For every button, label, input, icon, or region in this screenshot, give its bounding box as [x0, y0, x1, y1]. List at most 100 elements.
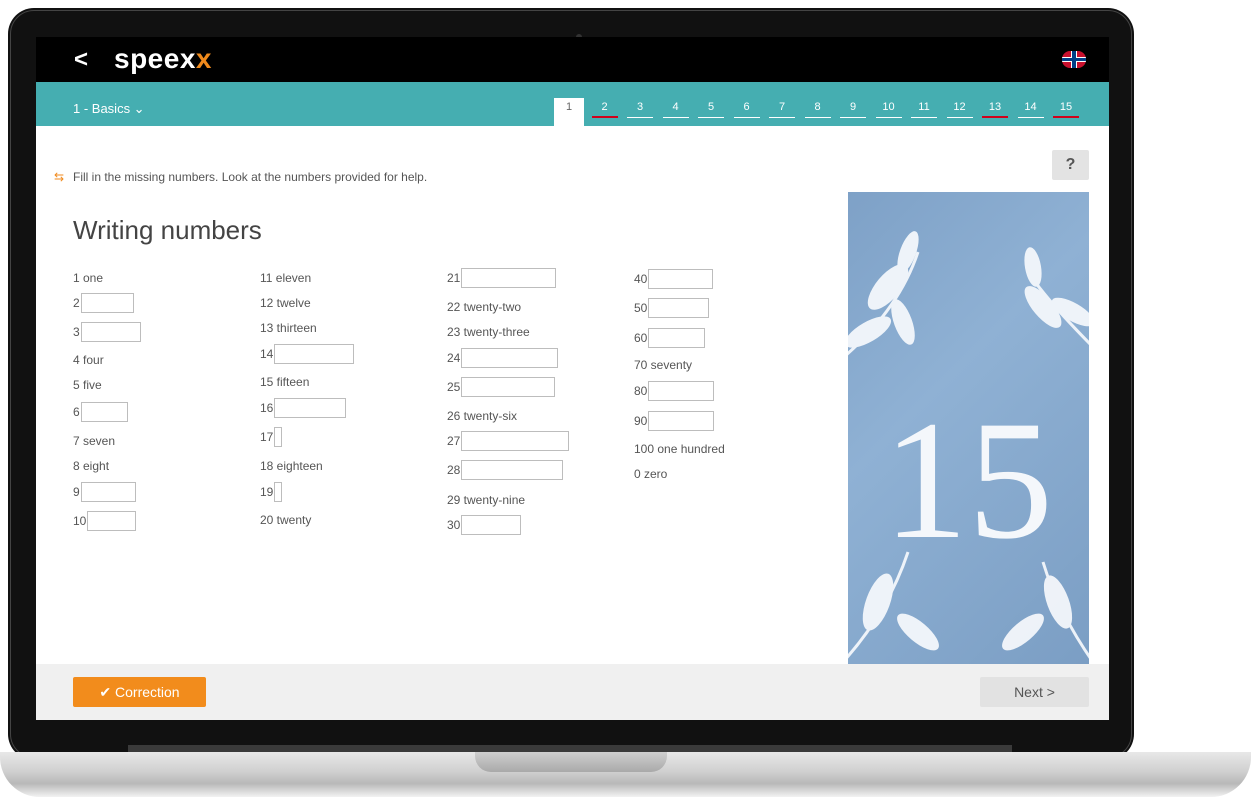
number-row: 27 — [447, 429, 570, 451]
number-row: 12 twelve — [260, 291, 311, 313]
number-answer-input[interactable] — [648, 327, 706, 348]
page-tab-2[interactable]: 2 — [590, 98, 620, 126]
lesson-bar: 1 - Basics ⌄ 1 2 3 4 5 6 7 8 9 10 11 12 13 14 15 — [36, 82, 1109, 126]
number-label: 24 — [447, 350, 461, 365]
number-label: 16 — [260, 400, 274, 415]
footer-bar: ✔ Correction Next > — [36, 664, 1109, 720]
number-label: 12 twelve — [260, 295, 311, 310]
number-row: 21 — [447, 266, 557, 288]
speexx-logo: speexx — [114, 43, 212, 75]
swap-icon: ⇆ — [54, 170, 65, 184]
number-label: 22 twenty-two — [447, 299, 522, 314]
number-answer-input[interactable] — [274, 481, 283, 502]
number-answer-input[interactable] — [461, 514, 522, 535]
number-row: 14 — [260, 342, 355, 364]
number-fifteen-photo: 15 — [848, 192, 1089, 665]
number-answer-input[interactable] — [461, 430, 570, 451]
number-answer-input[interactable] — [274, 426, 283, 447]
number-label: 40 — [634, 271, 648, 286]
number-answer-input[interactable] — [461, 376, 556, 397]
page-tab-6[interactable]: 6 — [732, 98, 762, 126]
number-label: 70 seventy — [634, 357, 693, 372]
number-answer-input[interactable] — [648, 410, 715, 431]
number-answer-input[interactable] — [80, 401, 128, 422]
number-label: 5 five — [73, 377, 102, 392]
page-tab-13[interactable]: 13 — [980, 98, 1010, 126]
number-label: 4 four — [73, 352, 104, 367]
number-row: 18 eighteen — [260, 454, 323, 476]
correction-label: Correction — [115, 684, 180, 700]
number-answer-input[interactable] — [461, 459, 564, 480]
number-answer-input[interactable] — [80, 321, 141, 342]
number-label: 80 — [634, 383, 648, 398]
number-row: 90 — [634, 409, 715, 431]
number-row: 60 — [634, 326, 706, 348]
page-tab-15[interactable]: 15 — [1051, 98, 1081, 126]
number-label: 8 eight — [73, 458, 110, 473]
number-label: 14 — [260, 346, 274, 361]
page-tab-12[interactable]: 12 — [945, 98, 975, 126]
number-row: 24 — [447, 346, 559, 368]
number-row: 29 twenty-nine — [447, 488, 525, 510]
number-row: 10 — [73, 509, 137, 531]
number-label: 26 twenty-six — [447, 408, 518, 423]
top-bar: < speexx — [36, 37, 1109, 82]
laptop-hinge — [128, 745, 1012, 752]
number-row: 50 — [634, 296, 710, 318]
number-answer-input[interactable] — [80, 481, 136, 502]
number-row: 1 one — [73, 266, 103, 288]
number-answer-input[interactable] — [648, 268, 714, 289]
number-label: 28 — [447, 462, 461, 477]
page-tab-14[interactable]: 14 — [1016, 98, 1046, 126]
number-label: 100 one hundred — [634, 441, 725, 456]
big-number: 15 — [883, 386, 1053, 574]
lesson-dropdown[interactable]: 1 - Basics ⌄ — [73, 101, 145, 117]
number-row: 0 zero — [634, 462, 667, 484]
logo-accent: x — [195, 43, 212, 74]
number-answer-input[interactable] — [274, 343, 355, 364]
correction-button[interactable]: ✔ Correction — [73, 677, 206, 707]
number-row: 5 five — [73, 373, 102, 395]
number-row: 19 — [260, 480, 283, 502]
page-tab-8[interactable]: 8 — [803, 98, 833, 126]
help-button[interactable]: ? — [1052, 150, 1089, 180]
next-label: Next — [1014, 684, 1043, 700]
number-answer-input[interactable] — [648, 297, 710, 318]
number-row: 15 fifteen — [260, 370, 309, 392]
number-label: 30 — [447, 517, 461, 532]
number-row: 25 — [447, 375, 556, 397]
next-button[interactable]: Next > — [980, 677, 1089, 707]
number-label: 6 — [73, 404, 80, 419]
number-row: 13 thirteen — [260, 316, 317, 338]
back-icon[interactable]: < — [74, 46, 88, 74]
number-row: 30 — [447, 513, 522, 535]
page-tab-3[interactable]: 3 — [625, 98, 655, 126]
page-tab-4[interactable]: 4 — [661, 98, 691, 126]
page-tab-5[interactable]: 5 — [696, 98, 726, 126]
number-row: 22 twenty-two — [447, 295, 521, 317]
number-label: 27 — [447, 433, 461, 448]
number-answer-input[interactable] — [80, 292, 134, 313]
number-label: 17 — [260, 429, 274, 444]
number-row: 80 — [634, 379, 715, 401]
logo-text: speex — [114, 43, 196, 74]
page-tab-7[interactable]: 7 — [767, 98, 797, 126]
number-answer-input[interactable] — [274, 397, 347, 418]
uk-flag-icon[interactable] — [1062, 51, 1086, 68]
number-label: 0 zero — [634, 466, 668, 481]
number-label: 90 — [634, 413, 648, 428]
number-row: 6 — [73, 400, 128, 422]
number-answer-input[interactable] — [87, 510, 137, 531]
number-label: 21 — [447, 270, 461, 285]
page-tab-1[interactable]: 1 — [554, 98, 584, 126]
page-tab-9[interactable]: 9 — [838, 98, 868, 126]
number-label: 2 — [73, 295, 80, 310]
number-row: 28 — [447, 458, 564, 480]
page-tab-11[interactable]: 11 — [909, 98, 939, 126]
number-answer-input[interactable] — [461, 267, 557, 288]
number-answer-input[interactable] — [461, 347, 559, 368]
number-row: 26 twenty-six — [447, 404, 517, 426]
number-answer-input[interactable] — [648, 380, 715, 401]
number-row: 8 eight — [73, 454, 109, 476]
page-tab-10[interactable]: 10 — [874, 98, 904, 126]
